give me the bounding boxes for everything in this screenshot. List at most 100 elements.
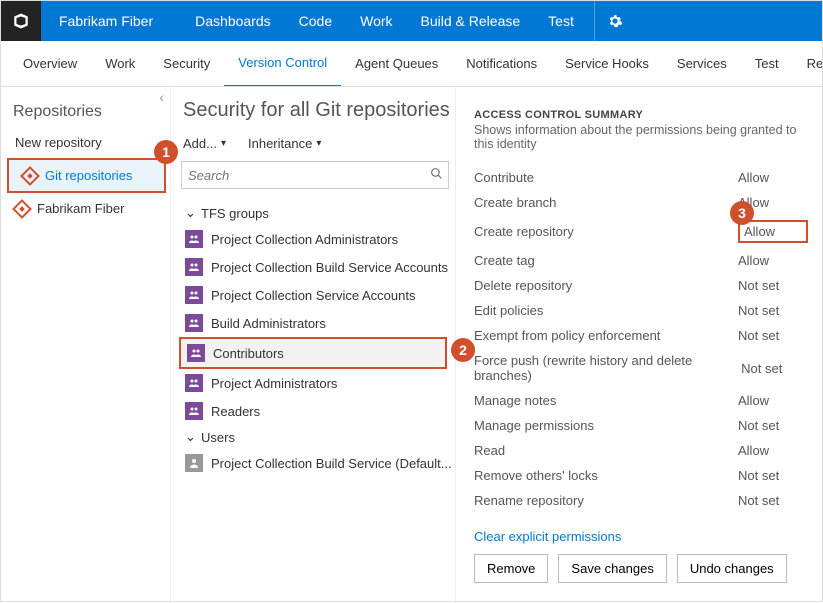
users-label: Users (201, 430, 235, 445)
tab-overview[interactable]: Overview (9, 41, 91, 87)
repositories-heading: Repositories (1, 95, 170, 127)
group-row[interactable]: Build Administrators (179, 309, 453, 337)
collapse-icon[interactable]: ‹ (159, 89, 164, 105)
perm-name: Exempt from policy enforcement (474, 328, 660, 343)
nav-dashboards[interactable]: Dashboards (181, 1, 285, 41)
tfs-groups-header[interactable]: ⌄ TFS groups (179, 201, 453, 225)
perm-row[interactable]: Edit policies Not set (474, 298, 812, 323)
perm-value[interactable]: Not set (738, 328, 808, 343)
new-repository-label: New repository (15, 135, 102, 150)
team-icon (187, 344, 205, 362)
perm-value[interactable]: Not set (738, 493, 808, 508)
save-changes-button[interactable]: Save changes (558, 554, 666, 583)
nav-work[interactable]: Work (346, 1, 406, 41)
repo-item-fabrikam-fiber[interactable]: Fabrikam Fiber (1, 193, 170, 224)
group-label: Project Collection Administrators (211, 232, 398, 247)
group-label: Project Collection Build Service Account… (211, 260, 448, 275)
team-icon (185, 286, 203, 304)
perm-row[interactable]: Create branchAllow (474, 190, 812, 215)
chevron-down-icon: ⌄ (185, 205, 195, 221)
perm-name: Read (474, 443, 505, 458)
callout-3: 3 (730, 201, 754, 225)
group-row[interactable]: Project Administrators (179, 369, 453, 397)
team-icon (185, 402, 203, 420)
perm-name: Force push (rewrite history and delete b… (474, 353, 741, 383)
project-name[interactable]: Fabrikam Fiber (41, 13, 181, 29)
group-row[interactable]: Project Collection Service Accounts (179, 281, 453, 309)
add-button[interactable]: Add...▾ (183, 136, 226, 151)
nav-build-release[interactable]: Build & Release (407, 1, 535, 41)
security-title: Security for all Git repositories (179, 99, 453, 122)
search-input[interactable] (182, 168, 424, 183)
group-row-contributors[interactable]: Contributors (179, 337, 447, 369)
button-row: Remove Save changes Undo changes (474, 554, 812, 583)
perm-value[interactable]: Not set (738, 418, 808, 433)
repo-item-git-repositories[interactable]: Git repositories (7, 158, 166, 193)
nav-code[interactable]: Code (285, 1, 346, 41)
perm-row[interactable]: Exempt from policy enforcement Not set (474, 323, 812, 348)
group-actions: Add...▾ Inheritance ▾ (179, 136, 453, 151)
tab-releases[interactable]: Releases (793, 41, 822, 87)
chevron-down-icon: ▾ (316, 138, 321, 149)
perm-value[interactable]: Not set (738, 278, 808, 293)
main-area: ‹ Repositories New repository Git reposi… (1, 87, 822, 603)
remove-button[interactable]: Remove (474, 554, 548, 583)
search-box[interactable] (181, 161, 449, 189)
tab-work[interactable]: Work (91, 41, 149, 87)
acs-subtitle: Shows information about the permissions … (474, 123, 812, 151)
search-icon[interactable] (424, 167, 448, 183)
perm-name: Create tag (474, 253, 535, 268)
perm-row-create-repository[interactable]: Create repository Allow 3 (474, 215, 812, 248)
users-header[interactable]: ⌄Users (179, 425, 453, 449)
new-repository-link[interactable]: New repository (1, 127, 170, 158)
perm-row[interactable]: Force push (rewrite history and delete b… (474, 348, 812, 388)
group-row[interactable]: Project Collection Build Service Account… (179, 253, 453, 281)
perm-name: Remove others' locks (474, 468, 598, 483)
tfs-groups-label: TFS groups (201, 206, 269, 221)
perm-value[interactable]: Not set (741, 361, 808, 376)
perm-value[interactable]: Allow (738, 220, 808, 243)
repo-item-label: Git repositories (45, 168, 132, 183)
perm-row[interactable]: Manage notesAllow (474, 388, 812, 413)
repositories-pane: ‹ Repositories New repository Git reposi… (1, 87, 171, 603)
tab-agent-queues[interactable]: Agent Queues (341, 41, 452, 87)
tab-service-hooks[interactable]: Service Hooks (551, 41, 663, 87)
group-row[interactable]: Readers (179, 397, 453, 425)
perm-name: Create branch (474, 195, 556, 210)
inheritance-label: Inheritance (248, 136, 312, 151)
undo-changes-button[interactable]: Undo changes (677, 554, 787, 583)
clear-permissions-link[interactable]: Clear explicit permissions (474, 529, 621, 544)
perm-name: Manage permissions (474, 418, 594, 433)
group-row[interactable]: Project Collection Administrators (179, 225, 453, 253)
perm-row[interactable]: Manage permissions Not set (474, 413, 812, 438)
user-row[interactable]: Project Collection Build Service (Defaul… (179, 449, 453, 477)
perm-row[interactable]: Delete repositoryNot set (474, 273, 812, 298)
inheritance-button[interactable]: Inheritance ▾ (248, 136, 321, 151)
tab-services[interactable]: Services (663, 41, 741, 87)
perm-row[interactable]: Read Allow (474, 438, 812, 463)
perm-row[interactable]: ContributeAllow (474, 165, 812, 190)
perm-name: Edit policies (474, 303, 543, 318)
person-icon (185, 454, 203, 472)
perm-value[interactable]: Not set (738, 303, 808, 318)
tab-security[interactable]: Security (149, 41, 224, 87)
tab-test[interactable]: Test (741, 41, 793, 87)
acs-heading: ACCESS CONTROL SUMMARY (474, 109, 812, 121)
user-label: Project Collection Build Service (Defaul… (211, 456, 452, 471)
gear-icon[interactable] (594, 1, 635, 41)
perm-value[interactable]: Not set (738, 468, 808, 483)
perm-row[interactable]: Remove others' locks Not set (474, 463, 812, 488)
perm-row[interactable]: Create tag Allow (474, 248, 812, 273)
perm-value[interactable]: Allow (738, 253, 808, 268)
git-icon (20, 166, 40, 186)
nav-test[interactable]: Test (534, 1, 588, 41)
add-label: Add... (183, 136, 217, 151)
perm-row[interactable]: Rename repositoryNot set (474, 488, 812, 513)
perm-value[interactable]: Allow (738, 443, 808, 458)
tab-notifications[interactable]: Notifications (452, 41, 551, 87)
product-logo[interactable] (1, 1, 41, 41)
perm-value[interactable]: Allow (738, 393, 808, 408)
tab-version-control[interactable]: Version Control (224, 41, 341, 87)
team-icon (185, 374, 203, 392)
perm-value[interactable]: Allow (738, 170, 808, 185)
